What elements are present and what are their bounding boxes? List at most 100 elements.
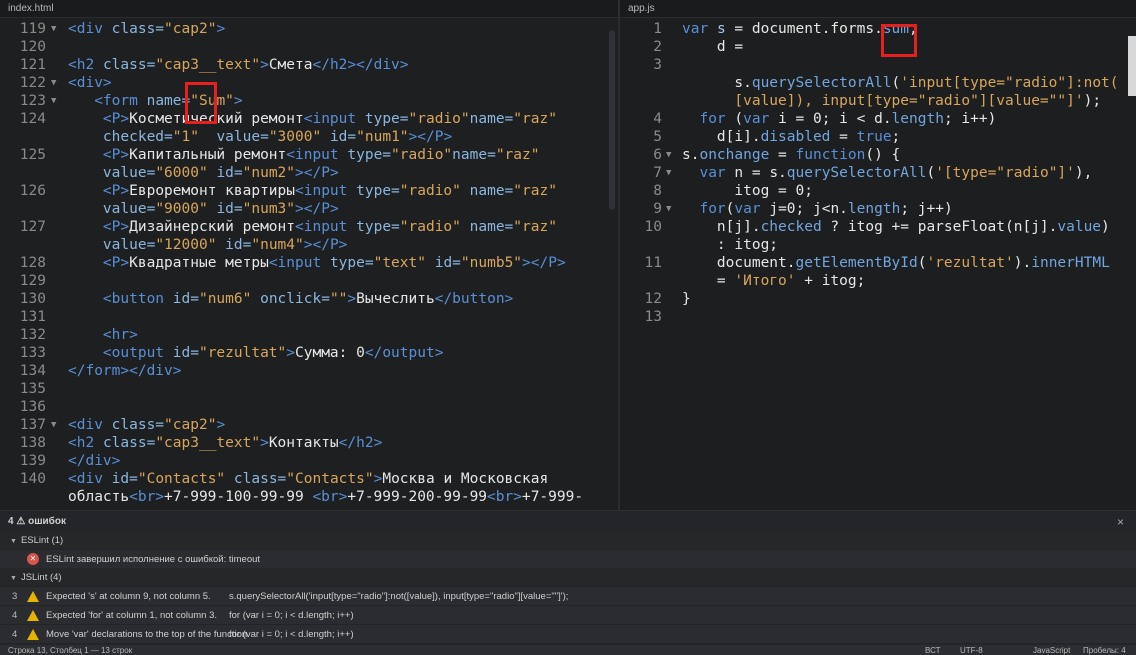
insert-mode[interactable]: ВСТ bbox=[925, 646, 940, 655]
code-line[interactable]: 6 ▼ s.onchange = function() { bbox=[620, 146, 1136, 164]
fold-arrow-icon[interactable]: ▼ bbox=[51, 20, 56, 38]
code-line[interactable]: 7 ▼ var n = s.querySelectorAll('[type="ra… bbox=[620, 164, 1136, 182]
line-number: 13 bbox=[644, 309, 662, 325]
code-line[interactable]: checked="1" value="3000" id="num1"></P> bbox=[0, 128, 618, 146]
code-line[interactable]: 131 bbox=[0, 308, 618, 326]
code-line[interactable]: 120 bbox=[0, 38, 618, 56]
code-text: for (var i = 0; i < d.length; i++) bbox=[699, 111, 997, 127]
line-number: 4 bbox=[653, 111, 662, 127]
line-number: 123 bbox=[19, 93, 46, 109]
code-line[interactable]: 121 <h2 class="cap3__text">Смета</h2></di… bbox=[0, 56, 618, 74]
line-number: 134 bbox=[19, 363, 46, 379]
line-number: 128 bbox=[19, 255, 46, 271]
line-number: 7 bbox=[653, 165, 662, 181]
code-line[interactable]: 1 var s = document.forms.sum, bbox=[620, 20, 1136, 38]
close-icon[interactable]: × bbox=[1117, 515, 1124, 529]
jslint-warning-row[interactable]: 4 Move 'var' declarations to the top of t… bbox=[0, 624, 1136, 643]
fold-arrow-icon[interactable]: ▼ bbox=[51, 74, 56, 92]
code-line[interactable]: 8 itog = 0; bbox=[620, 182, 1136, 200]
code-line[interactable]: 133 <output id="rezultat">Сумма: 0</outp… bbox=[0, 344, 618, 362]
code-line[interactable]: 2 d = bbox=[620, 38, 1136, 56]
warning-message: Expected 'for' at column 1, not column 3… bbox=[46, 610, 218, 621]
fold-arrow-icon[interactable]: ▼ bbox=[51, 92, 56, 110]
line-number: 131 bbox=[19, 309, 46, 325]
chevron-down-icon: ▼ bbox=[10, 575, 17, 582]
fold-arrow-icon[interactable]: ▼ bbox=[666, 146, 671, 164]
code-line[interactable]: область<br>+7-999-100-99-99 <br>+7-999-2… bbox=[0, 488, 618, 506]
code-line[interactable]: 5 d[i].disabled = true; bbox=[620, 128, 1136, 146]
scrollbar-thumb[interactable] bbox=[609, 30, 615, 210]
code-line[interactable]: 127 <P>Дизайнерский ремонт<input type="r… bbox=[0, 218, 618, 236]
code-line[interactable]: 134 </form></div> bbox=[0, 362, 618, 380]
code-line[interactable]: value="6000" id="num2"></P> bbox=[0, 164, 618, 182]
code-line[interactable]: 136 bbox=[0, 398, 618, 416]
code-line[interactable]: [value]), input[type="radio"][value=""]'… bbox=[620, 92, 1136, 110]
code-line[interactable]: 135 bbox=[0, 380, 618, 398]
code-line[interactable]: 9 ▼ for(var j=0; j<n.length; j++) bbox=[620, 200, 1136, 218]
code-line[interactable]: 11 document.getElementById('rezultat').i… bbox=[620, 254, 1136, 272]
code-line[interactable]: 140 <div id="Contacts" class="Contacts">М… bbox=[0, 470, 618, 488]
code-line[interactable]: 132 <hr> bbox=[0, 326, 618, 344]
code-text: d[i].disabled = true; bbox=[682, 129, 901, 145]
scrollbar-thumb-right[interactable] bbox=[1128, 36, 1136, 96]
code-line[interactable]: 3 bbox=[620, 56, 1136, 74]
fold-arrow-icon[interactable]: ▼ bbox=[51, 416, 56, 434]
code-text: </form></div> bbox=[68, 363, 182, 379]
code-line[interactable]: = 'Итого' + itog; bbox=[620, 272, 1136, 290]
code-text: <div class="cap2"> bbox=[68, 21, 226, 37]
code-line[interactable]: 139 </div> bbox=[0, 452, 618, 470]
jslint-section-label: JSLint (4) bbox=[20, 572, 62, 583]
code-area-html[interactable]: 119 ▼ <div class="cap2"> 120 121 <h2 class="c… bbox=[0, 20, 618, 510]
code-text: область<br>+7-999-100-99-99 <br>+7-999-2… bbox=[68, 489, 584, 505]
code-line[interactable]: s.querySelectorAll('input[type="radio"]:… bbox=[620, 74, 1136, 92]
code-line[interactable]: 10 n[j].checked ? itog += parseFloat(n[j… bbox=[620, 218, 1136, 236]
code-line[interactable]: 124 <P>Косметический ремонт<input type="… bbox=[0, 110, 618, 128]
code-text: = 'Итого' + itog; bbox=[682, 273, 866, 289]
code-text: <div id="Contacts" class="Contacts">Моск… bbox=[68, 471, 549, 487]
line-number: 127 bbox=[19, 219, 46, 235]
code-line[interactable]: value="12000" id="num4"></P> bbox=[0, 236, 618, 254]
code-line[interactable]: 138 <h2 class="cap3__text">Контакты</h2> bbox=[0, 434, 618, 452]
code-area-js[interactable]: 1 var s = document.forms.sum, 2 d = 3 s.que… bbox=[620, 20, 1136, 510]
code-line[interactable]: 125 <P>Капитальный ремонт<input type="ra… bbox=[0, 146, 618, 164]
line-number: 122 bbox=[19, 75, 46, 91]
jslint-warning-row[interactable]: 3 Expected 's' at column 9, not column 5.… bbox=[0, 586, 1136, 605]
code-line[interactable]: : itog; bbox=[620, 236, 1136, 254]
warning-message: Expected 's' at column 9, not column 5. bbox=[46, 591, 211, 602]
code-text: <P>Евроремонт квартиры<input type="radio… bbox=[102, 183, 557, 199]
code-line[interactable]: 137 ▼ <div class="cap2"> bbox=[0, 416, 618, 434]
code-line[interactable]: 128 <P>Квадратные метры<input type="text… bbox=[0, 254, 618, 272]
file-tab-index-html[interactable]: index.html bbox=[0, 0, 618, 18]
code-text: for(var j=0; j<n.length; j++) bbox=[699, 201, 953, 217]
code-line[interactable]: 13 bbox=[620, 308, 1136, 326]
line-number: 5 bbox=[653, 129, 662, 145]
indent-setting[interactable]: Пробелы: 4 bbox=[1083, 646, 1126, 655]
line-number: 133 bbox=[19, 345, 46, 361]
code-line[interactable]: 122 ▼ <div> bbox=[0, 74, 618, 92]
jslint-warning-row[interactable]: 4 Expected 'for' at column 1, not column … bbox=[0, 605, 1136, 624]
fold-arrow-icon[interactable]: ▼ bbox=[666, 164, 671, 182]
jslint-section-header[interactable]: ▼ JSLint (4) bbox=[0, 568, 1136, 586]
code-line[interactable]: 12} bbox=[620, 290, 1136, 308]
eslint-section-header[interactable]: ▼ ESLint (1) bbox=[0, 531, 1136, 549]
editor-pane-js[interactable]: app.js 1 var s = document.forms.sum, 2 d =… bbox=[620, 0, 1136, 510]
line-number: 137 bbox=[19, 417, 46, 433]
warning-icon bbox=[27, 628, 39, 640]
fold-arrow-icon[interactable]: ▼ bbox=[666, 200, 671, 218]
eslint-error-row[interactable]: ✕ ESLint завершил исполнение с ошибкой: … bbox=[0, 549, 1136, 568]
warning-message: Move 'var' declarations to the top of th… bbox=[46, 629, 250, 640]
editor-pane-html[interactable]: index.html 119 ▼ <div class="cap2"> 120 121 <… bbox=[0, 0, 618, 510]
encoding-selector[interactable]: UTF-8 bbox=[960, 646, 983, 655]
file-tab-app-js[interactable]: app.js bbox=[620, 0, 1136, 18]
code-line[interactable]: 123 ▼ <form name="Sum"> bbox=[0, 92, 618, 110]
code-line[interactable]: 119 ▼ <div class="cap2"> bbox=[0, 20, 618, 38]
code-line[interactable]: 126 <P>Евроремонт квартиры<input type="r… bbox=[0, 182, 618, 200]
warning-line-number: 4 bbox=[12, 629, 18, 640]
code-line[interactable]: 130 <button id="num6" onclick="">Вычесли… bbox=[0, 290, 618, 308]
code-line[interactable]: value="9000" id="num3"></P> bbox=[0, 200, 618, 218]
line-number: 1 bbox=[653, 21, 662, 37]
code-text: checked="1" value="3000" id="num1"></P> bbox=[102, 129, 453, 145]
code-line[interactable]: 129 bbox=[0, 272, 618, 290]
code-line[interactable]: 4 for (var i = 0; i < d.length; i++) bbox=[620, 110, 1136, 128]
language-selector[interactable]: JavaScript bbox=[1033, 646, 1070, 655]
